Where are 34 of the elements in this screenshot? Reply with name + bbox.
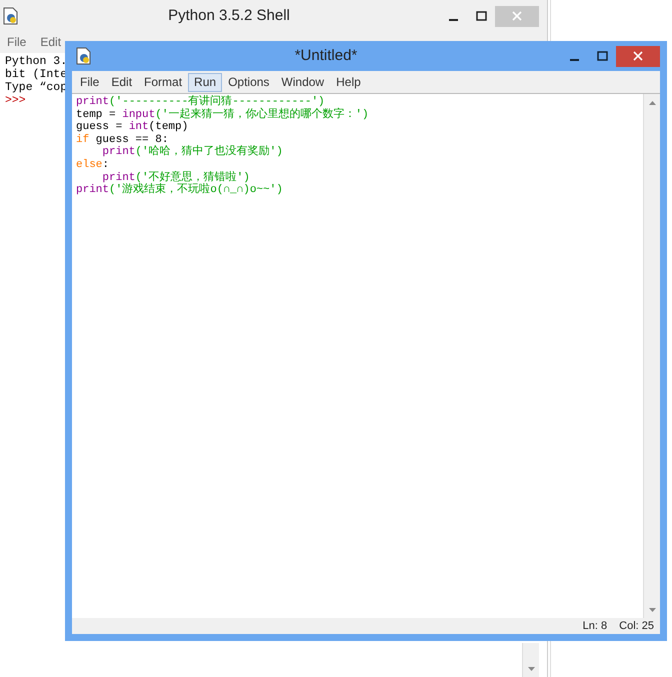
column-indicator: Col: 25 xyxy=(619,618,654,634)
menu-item[interactable]: Run xyxy=(188,72,222,92)
python-file-icon xyxy=(3,7,19,25)
menu-item[interactable]: Edit xyxy=(33,32,68,52)
menu-item[interactable]: Window xyxy=(275,72,330,92)
code-line: print('游戏结束，不玩啦o(∩_∩)o~~') xyxy=(76,184,284,197)
minimize-icon xyxy=(448,18,458,20)
python-file-icon xyxy=(76,47,92,65)
code-line: print('哈哈，猜中了也没有奖励') xyxy=(102,146,284,159)
maximize-icon xyxy=(596,51,608,61)
scrollbar[interactable] xyxy=(643,94,660,618)
maximize-icon xyxy=(476,11,486,21)
minimize-icon xyxy=(570,58,578,60)
code-line: print('不好意思，猜错啦') xyxy=(101,172,251,184)
code-line: print('----------有讲问猜------------') xyxy=(76,96,326,108)
window-title: *Untitled* xyxy=(294,46,358,66)
line-indicator: Ln: 8 xyxy=(582,618,608,634)
menu-item[interactable]: File xyxy=(74,72,106,92)
code-line: else: xyxy=(76,158,110,172)
code-line: if guess == 8: xyxy=(76,134,168,146)
close-button[interactable] xyxy=(616,46,660,66)
close-icon xyxy=(512,11,522,21)
menu-item[interactable]: Options xyxy=(222,72,276,92)
window-title: Python 3.5.2 Shell xyxy=(167,6,291,26)
menu-item[interactable]: Edit xyxy=(105,72,138,92)
menu-item[interactable]: Format xyxy=(138,72,188,92)
menu-item[interactable]: File xyxy=(0,32,34,52)
close-icon xyxy=(633,51,643,61)
scrollbar[interactable] xyxy=(522,643,539,677)
code-line: temp = input('一起来猜一猜，你心里想的哪个数字：') xyxy=(76,108,370,121)
output-line: Python 3. xyxy=(5,55,68,68)
prompt-text: >>> xyxy=(5,94,26,107)
menu-item[interactable]: Help xyxy=(330,72,367,92)
code-line: guess = int(temp) xyxy=(76,121,190,134)
